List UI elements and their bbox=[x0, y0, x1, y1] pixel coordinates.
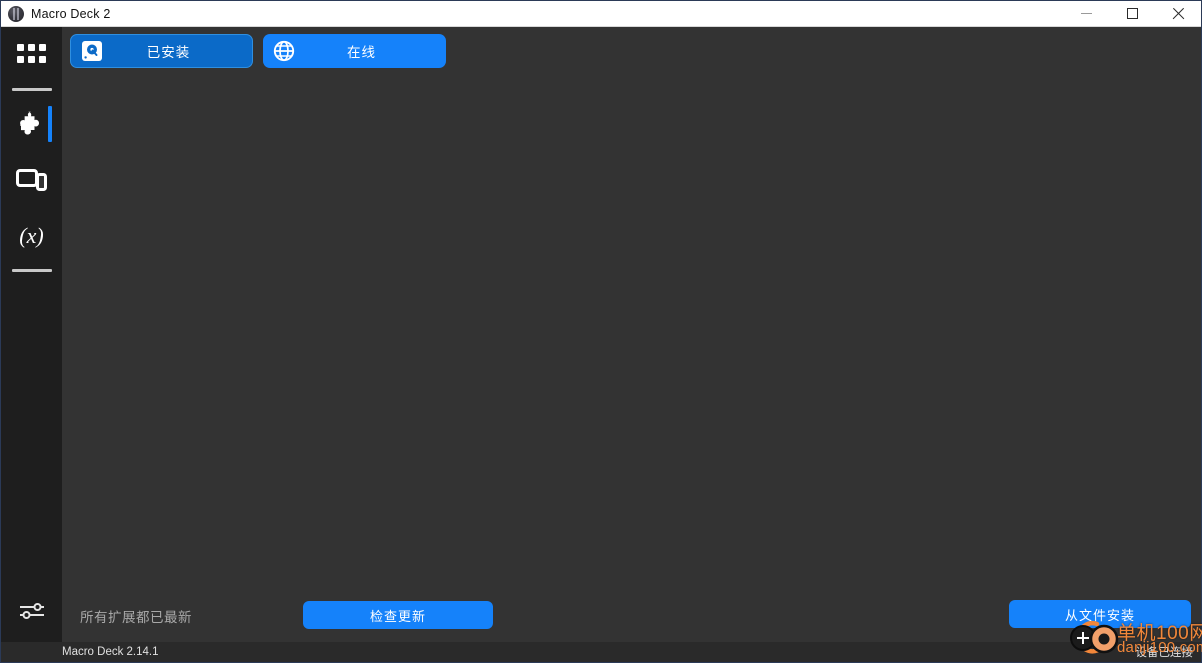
extensions-list-area bbox=[62, 75, 1201, 590]
globe-icon bbox=[273, 40, 295, 62]
footer-bar: 所有扩展都已最新 检查更新 从文件安装 bbox=[62, 590, 1201, 642]
update-status-text: 所有扩展都已最新 bbox=[80, 610, 192, 625]
minimize-icon bbox=[1080, 13, 1092, 14]
window-controls bbox=[1063, 1, 1201, 26]
close-button[interactable] bbox=[1155, 1, 1201, 26]
tab-online-label: 在线 bbox=[347, 45, 376, 60]
app-version-label: Macro Deck 2.14.1 bbox=[62, 646, 159, 658]
maximize-icon bbox=[1126, 8, 1138, 19]
tab-installed[interactable]: 已安装 bbox=[70, 34, 253, 68]
variable-x-icon: (x) bbox=[19, 223, 44, 248]
window-body: (x) 已安装 在线 所有扩展都已最新 检查更新 从文件安装 bbox=[1, 27, 1201, 642]
sidebar-item-decks[interactable] bbox=[1, 27, 62, 83]
sidebar-item-variables[interactable]: (x) bbox=[1, 208, 62, 264]
hard-drive-search-icon bbox=[81, 40, 103, 62]
devices-icon bbox=[15, 167, 48, 193]
maximize-button[interactable] bbox=[1109, 1, 1155, 26]
check-updates-button[interactable]: 检查更新 bbox=[303, 601, 493, 629]
close-icon bbox=[1172, 7, 1185, 20]
app-window: Macro Deck 2 (x) 已安装 在线 所有扩展都已最新 检查更新 从文… bbox=[0, 0, 1202, 663]
device-connection-status: 设备已连接 bbox=[1135, 647, 1194, 659]
sidebar-item-extensions[interactable] bbox=[1, 96, 62, 152]
minimize-button[interactable] bbox=[1063, 1, 1109, 26]
title-bar: Macro Deck 2 bbox=[1, 1, 1201, 27]
tab-strip: 已安装 在线 bbox=[62, 27, 1201, 75]
sidebar-active-indicator bbox=[48, 106, 52, 142]
sliders-settings-icon bbox=[18, 599, 46, 628]
sidebar-item-settings[interactable] bbox=[1, 584, 62, 642]
tab-online[interactable]: 在线 bbox=[263, 34, 446, 68]
sidebar-divider-bottom bbox=[11, 269, 52, 272]
sidebar-item-devices[interactable] bbox=[1, 152, 62, 208]
sidebar: (x) bbox=[1, 27, 62, 642]
grid-apps-icon bbox=[16, 44, 47, 66]
window-title: Macro Deck 2 bbox=[31, 6, 111, 21]
main-panel: 已安装 在线 所有扩展都已最新 检查更新 从文件安装 bbox=[62, 27, 1201, 642]
install-from-file-button[interactable]: 从文件安装 bbox=[1009, 600, 1191, 628]
tab-installed-label: 已安装 bbox=[146, 45, 191, 60]
status-bar: Macro Deck 2.14.1 设备已连接 bbox=[1, 642, 1201, 662]
puzzle-piece-icon bbox=[17, 109, 47, 139]
macro-deck-logo-icon bbox=[8, 5, 24, 22]
sidebar-divider-top bbox=[11, 88, 52, 91]
